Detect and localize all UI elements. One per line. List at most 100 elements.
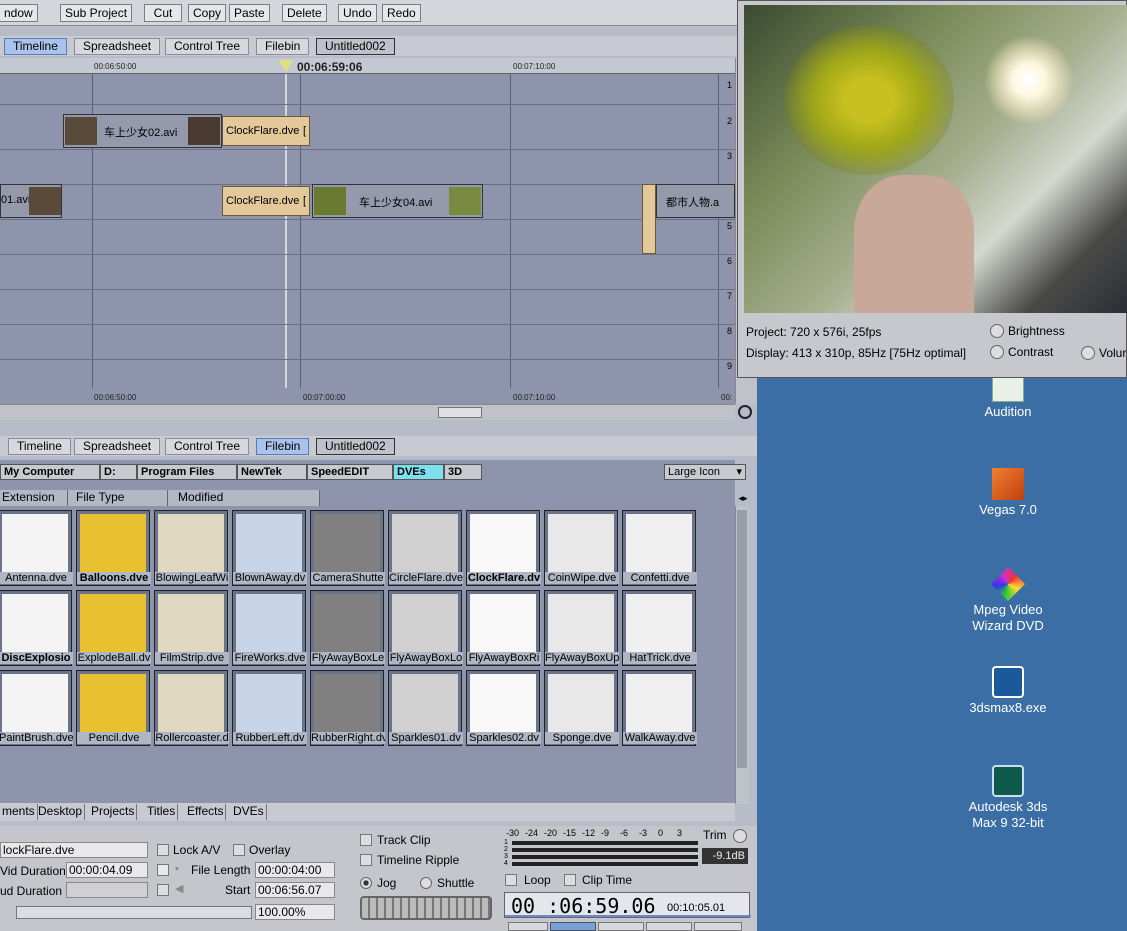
timeline-clip-dve[interactable]: ClockFlare.dve [ — [222, 186, 310, 216]
volume-knob[interactable] — [1081, 346, 1095, 360]
file-thumbnail[interactable]: RubberRight.dv — [310, 670, 385, 746]
file-thumbnail[interactable]: FireWorks.dve — [232, 590, 307, 666]
tab-filebin[interactable]: Filebin — [256, 38, 310, 55]
tab-documents[interactable]: ments — [0, 804, 38, 820]
file-thumbnail[interactable]: Pencil.dve — [76, 670, 151, 746]
loop-checkbox[interactable] — [505, 874, 517, 886]
zoom-value-field[interactable]: 100.00% — [255, 904, 335, 920]
tab-effects[interactable]: Effects — [185, 804, 227, 820]
desktop-icon-3dsmax9[interactable]: Autodesk 3ds Max 9 32-bit — [958, 765, 1058, 831]
column-modified[interactable]: Modified — [168, 490, 320, 506]
timeline-horizontal-scrollbar[interactable] — [0, 404, 735, 420]
view-mode-select[interactable]: Large Icon ▾ — [664, 464, 746, 480]
file-thumbnail[interactable]: Sparkles02.dv — [466, 670, 541, 746]
file-length-checkbox[interactable] — [157, 864, 169, 876]
vid-duration-field[interactable]: 00:00:04.09 — [66, 862, 148, 878]
stop-button[interactable] — [550, 922, 596, 931]
undo-button[interactable]: Undo — [338, 4, 377, 22]
zoom-slider[interactable] — [16, 906, 252, 919]
pause-button[interactable] — [598, 922, 644, 931]
file-thumbnail[interactable]: FlyAwayBoxUp — [544, 590, 619, 666]
jog-wheel[interactable] — [360, 896, 492, 920]
sub-project-button[interactable]: Sub Project — [60, 4, 133, 22]
scroll-thumb[interactable] — [737, 510, 747, 768]
timeline-clip[interactable]: 01.avi — [0, 184, 62, 218]
redo-button[interactable]: Redo — [382, 4, 421, 22]
tab-projects[interactable]: Projects — [89, 804, 138, 820]
desktop-icon-vegas[interactable]: Vegas 7.0 — [958, 468, 1058, 518]
timeline-ripple-checkbox[interactable] — [360, 854, 372, 866]
filebin-vertical-scrollbar[interactable] — [735, 506, 749, 804]
timeline-clip[interactable]: 车上少女02.avi — [63, 114, 222, 148]
tab-titles[interactable]: Titles — [145, 804, 179, 820]
tab-filebin[interactable]: Filebin — [256, 438, 310, 455]
tab-desktop[interactable]: Desktop — [36, 804, 86, 820]
column-scroll-arrows-icon[interactable]: ◂▸ — [735, 490, 751, 506]
file-thumbnail[interactable]: ClockFlare.dv — [466, 510, 541, 586]
breadcrumb-dves[interactable]: DVEs — [393, 464, 444, 480]
forward-button[interactable] — [694, 922, 742, 931]
file-thumbnail[interactable]: CircleFlare.dve — [388, 510, 463, 586]
file-thumbnail[interactable]: Sponge.dve — [544, 670, 619, 746]
play-button[interactable] — [646, 922, 692, 931]
file-thumbnail[interactable]: WalkAway.dve — [622, 670, 697, 746]
scroll-thumb[interactable] — [438, 407, 482, 418]
clip-name-field[interactable]: lockFlare.dve — [0, 842, 148, 858]
column-file-type[interactable]: File Type — [68, 490, 168, 506]
file-thumbnail[interactable]: Balloons.dve — [76, 510, 151, 586]
tab-project[interactable]: Untitled002 — [316, 438, 395, 455]
clip-time-checkbox[interactable] — [564, 874, 576, 886]
paste-button[interactable]: Paste — [229, 4, 270, 22]
file-thumbnail[interactable]: CoinWipe.dve — [544, 510, 619, 586]
file-thumbnail[interactable]: BlownAway.dv — [232, 510, 307, 586]
tab-timeline[interactable]: Timeline — [8, 438, 71, 455]
tab-control-tree[interactable]: Control Tree — [165, 438, 250, 455]
file-thumbnail[interactable]: Rollercoaster.d — [154, 670, 229, 746]
file-length-field[interactable]: 00:00:04:00 — [255, 862, 335, 878]
breadcrumb-program-files[interactable]: Program Files — [137, 464, 237, 480]
tab-control-tree[interactable]: Control Tree — [165, 38, 250, 55]
audio-checkbox[interactable] — [157, 884, 169, 896]
breadcrumb-my-computer[interactable]: My Computer — [0, 464, 100, 480]
start-field[interactable]: 00:06:56.07 — [255, 882, 335, 898]
file-thumbnail[interactable]: HatTrick.dve — [622, 590, 697, 666]
timeline-clip[interactable]: 都市人物.a — [656, 184, 735, 218]
file-thumbnail[interactable]: FlyAwayBoxRi — [466, 590, 541, 666]
column-extension[interactable]: Extension — [0, 490, 68, 506]
file-thumbnail[interactable]: Antenna.dve — [0, 510, 73, 586]
shuttle-radio[interactable] — [420, 877, 432, 889]
cut-button[interactable]: Cut — [144, 4, 182, 22]
desktop-icon-3dsmax8[interactable]: 3dsmax8.exe — [958, 666, 1058, 716]
jog-radio[interactable] — [360, 877, 372, 889]
trim-knob[interactable] — [733, 829, 747, 843]
aud-duration-field[interactable] — [66, 882, 148, 898]
tab-project[interactable]: Untitled002 — [316, 38, 395, 55]
tab-timeline[interactable]: Timeline — [4, 38, 67, 55]
file-thumbnail[interactable]: BlowingLeafWi — [154, 510, 229, 586]
zoom-icon[interactable] — [738, 405, 752, 419]
file-thumbnail[interactable]: Confetti.dve — [622, 510, 697, 586]
file-thumbnail[interactable]: FlyAwayBoxLo — [388, 590, 463, 666]
breadcrumb-d[interactable]: D: — [100, 464, 137, 480]
timeline-clip[interactable]: 车上少女04.avi — [312, 184, 483, 218]
tab-spreadsheet[interactable]: Spreadsheet — [74, 438, 161, 455]
file-thumbnail[interactable]: Sparkles01.dv — [388, 670, 463, 746]
rewind-button[interactable] — [508, 922, 548, 931]
breadcrumb-speededit[interactable]: SpeedEDIT — [307, 464, 393, 480]
desktop-icon-mpeg-wizard[interactable]: Mpeg Video Wizard DVD — [958, 567, 1058, 634]
copy-button[interactable]: Copy — [188, 4, 227, 22]
file-thumbnail[interactable]: PaintBrush.dve — [0, 670, 73, 746]
tab-spreadsheet[interactable]: Spreadsheet — [74, 38, 161, 55]
file-thumbnail[interactable]: FilmStrip.dve — [154, 590, 229, 666]
timeline-clip-dve[interactable]: ClockFlare.dve [ — [222, 116, 310, 146]
overlay-checkbox[interactable] — [233, 844, 245, 856]
brightness-knob[interactable] — [990, 324, 1004, 338]
timeline-clip-dve-marker[interactable] — [642, 184, 656, 254]
file-thumbnail[interactable]: FlyAwayBoxLe — [310, 590, 385, 666]
track-clip-checkbox[interactable] — [360, 834, 372, 846]
file-thumbnail[interactable]: RubberLeft.dv — [232, 670, 307, 746]
breadcrumb-newtek[interactable]: NewTek — [237, 464, 307, 480]
lock-av-checkbox[interactable] — [157, 844, 169, 856]
breadcrumb-3d[interactable]: 3D — [444, 464, 482, 480]
playhead-marker[interactable] — [279, 60, 293, 72]
